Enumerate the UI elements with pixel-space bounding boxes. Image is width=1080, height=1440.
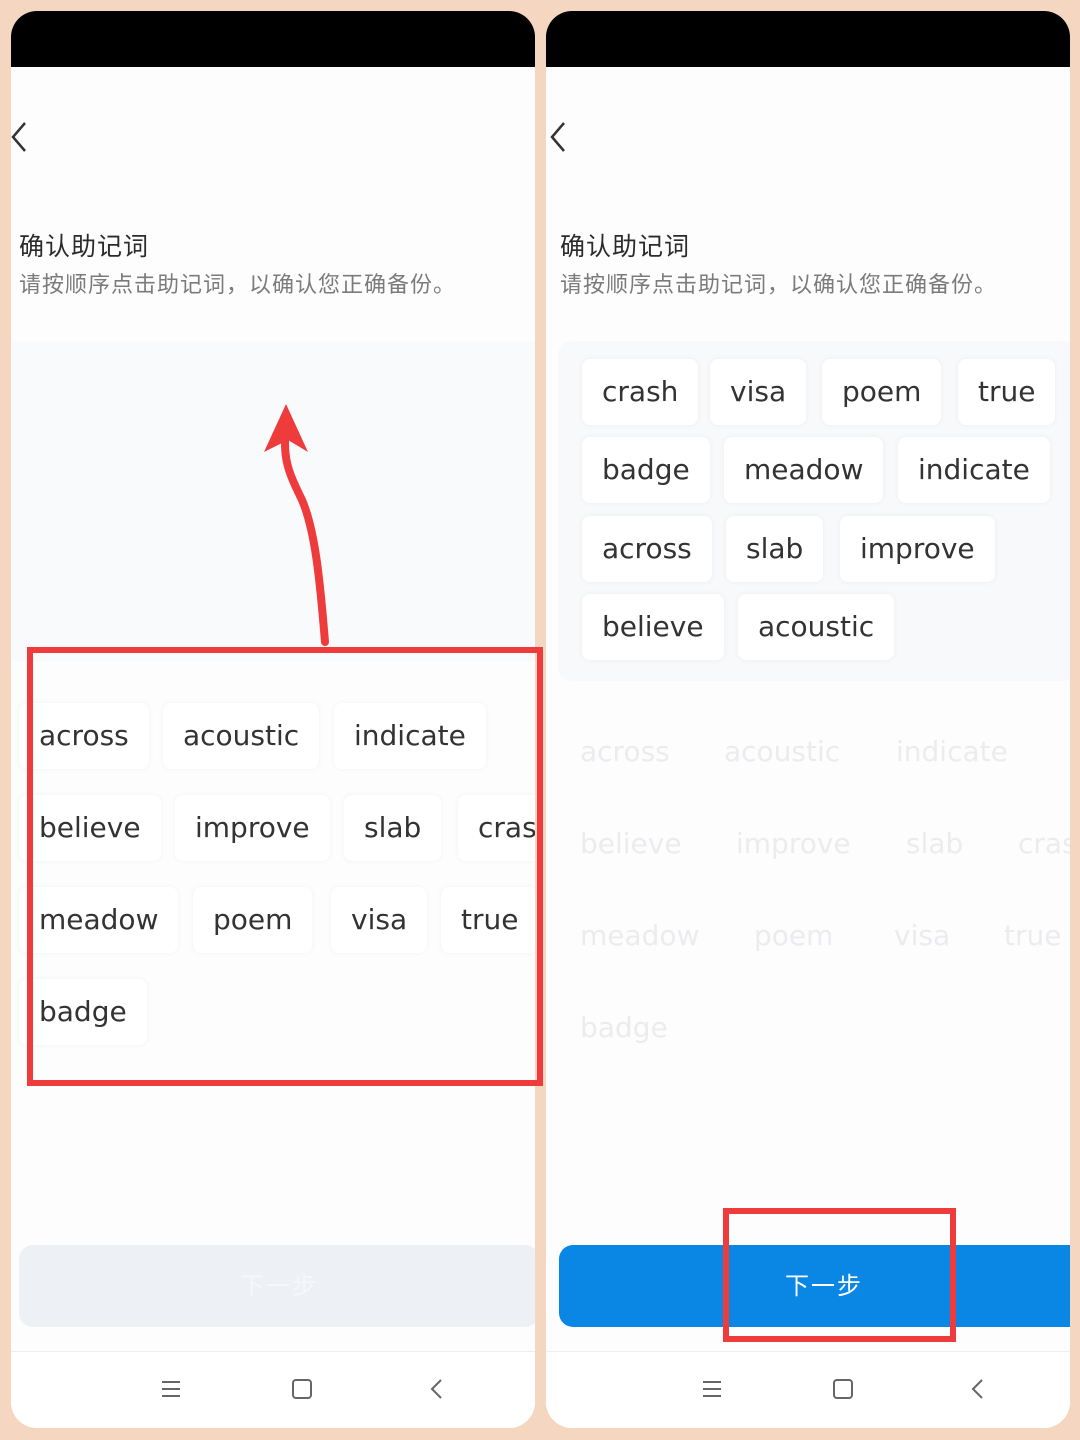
status-bar	[546, 11, 1070, 67]
selected-word-chip[interactable]: across	[582, 516, 712, 582]
word-chip[interactable]: improve	[175, 795, 330, 861]
chevron-left-icon	[11, 122, 26, 152]
page-subtitle: 请按顺序点击助记词，以确认您正确备份。	[560, 273, 998, 298]
phone-screen-before: 确认助记词 请按顺序点击助记词，以确认您正确备份。 across acousti…	[11, 11, 535, 1428]
selected-word-chip[interactable]: acoustic	[738, 594, 895, 660]
next-step-button[interactable]: 下一步	[19, 1245, 535, 1327]
word-chip-used: acoustic	[724, 735, 841, 768]
word-chip[interactable]: acoustic	[163, 703, 320, 769]
selected-word-chip[interactable]: poem	[822, 359, 942, 425]
system-nav-bar	[546, 1351, 1070, 1428]
word-chip-used: improve	[736, 827, 851, 860]
word-chip-used: meadow	[580, 919, 700, 952]
word-chip-used: believe	[580, 827, 682, 860]
word-chip[interactable]: across	[19, 703, 149, 769]
page-subtitle: 请按顺序点击助记词，以确认您正确备份。	[19, 273, 457, 298]
selected-word-chip[interactable]: slab	[726, 516, 824, 582]
word-chip-used: visa	[894, 919, 951, 952]
word-chip[interactable]: slab	[344, 795, 442, 861]
selected-word-chip[interactable]: visa	[710, 359, 807, 425]
word-chip[interactable]: poem	[193, 887, 313, 953]
word-chip-used: across	[580, 735, 670, 768]
system-nav-bar	[11, 1351, 535, 1428]
chevron-left-icon	[550, 122, 565, 152]
selected-word-chip[interactable]: meadow	[724, 437, 884, 503]
back-button[interactable]	[11, 119, 41, 155]
word-chip[interactable]: meadow	[19, 887, 179, 953]
selected-word-chip[interactable]: true	[958, 359, 1056, 425]
word-chip-used: slab	[906, 827, 964, 860]
menu-icon[interactable]	[156, 1374, 186, 1404]
selected-word-chip[interactable]: badge	[582, 437, 710, 503]
page-title: 确认助记词	[19, 232, 150, 261]
back-icon[interactable]	[963, 1374, 993, 1404]
selected-word-chip[interactable]: improve	[840, 516, 995, 582]
back-button[interactable]	[546, 119, 576, 155]
selected-words-area: crash visa poem true badge meadow indica…	[558, 341, 1070, 681]
word-chip[interactable]: badge	[19, 979, 147, 1045]
selected-word-chip[interactable]: believe	[582, 594, 724, 660]
word-chip-used: crash	[1018, 827, 1070, 860]
page-title: 确认助记词	[560, 232, 691, 261]
home-icon[interactable]	[828, 1374, 858, 1404]
home-icon[interactable]	[287, 1374, 317, 1404]
selected-word-chip[interactable]: indicate	[898, 437, 1050, 503]
word-chip[interactable]: crash	[458, 795, 535, 861]
word-chip-used: true	[1004, 919, 1062, 952]
next-step-button[interactable]: 下一步	[559, 1245, 1070, 1327]
annotation-arrow-icon	[264, 404, 329, 646]
word-chip[interactable]: indicate	[334, 703, 486, 769]
menu-icon[interactable]	[697, 1374, 727, 1404]
back-icon[interactable]	[422, 1374, 452, 1404]
phone-screen-after: 确认助记词 请按顺序点击助记词，以确认您正确备份。 crash visa poe…	[546, 11, 1070, 1428]
word-chip[interactable]: true	[441, 887, 535, 953]
word-chip[interactable]: believe	[19, 795, 161, 861]
word-chip[interactable]: visa	[331, 887, 428, 953]
status-bar	[11, 11, 535, 67]
word-chip-used: badge	[580, 1011, 668, 1044]
word-chip-used: indicate	[896, 735, 1008, 768]
selected-word-chip[interactable]: crash	[582, 359, 699, 425]
word-chip-used: poem	[754, 919, 834, 952]
